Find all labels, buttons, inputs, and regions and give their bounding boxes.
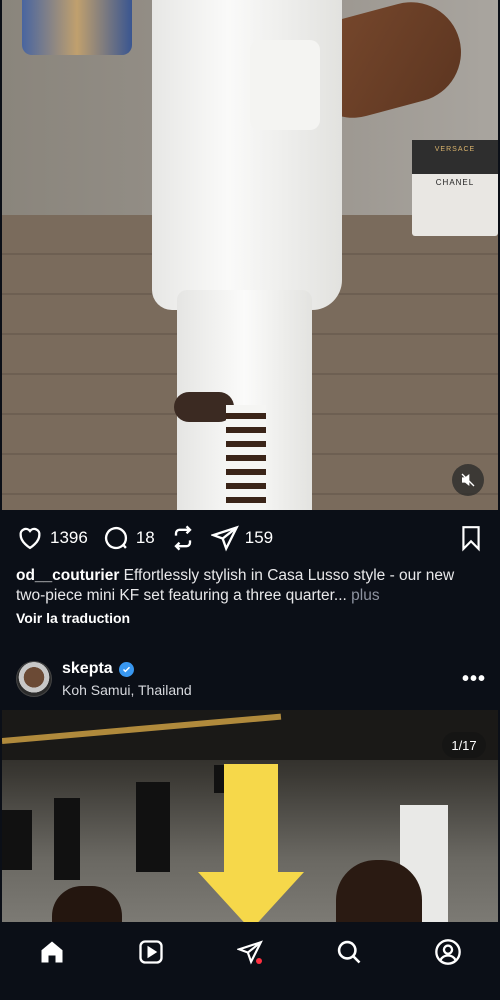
post-username-row: skepta [62, 660, 134, 678]
shirt-sleeve [250, 40, 320, 130]
nav-search[interactable] [333, 936, 365, 968]
search-icon [337, 940, 361, 964]
caption-more-link[interactable]: plus [347, 587, 379, 604]
reels-icon [139, 940, 163, 964]
like-button[interactable]: 1396 [16, 524, 88, 552]
repost-icon [174, 525, 192, 551]
shoe-box: VERSACE CHANEL [412, 140, 498, 236]
share-count: 159 [244, 528, 274, 547]
home-icon [41, 941, 63, 963]
like-count: 1396 [50, 528, 88, 547]
hanging-clothes [22, 0, 132, 55]
strapped-leg [226, 405, 266, 510]
heart-icon [19, 527, 41, 550]
nav-direct[interactable] [234, 936, 266, 968]
bottom-navigation [2, 922, 498, 1000]
carousel-counter: 1/17 [442, 732, 486, 758]
notification-dot [255, 958, 262, 964]
person [52, 886, 122, 922]
post-username[interactable]: skepta [62, 660, 113, 678]
muted-speaker-icon [461, 473, 475, 487]
save-button[interactable] [458, 524, 484, 557]
more-options-button[interactable]: ••• [462, 668, 486, 691]
see-translation-link[interactable]: Voir la traduction [16, 610, 130, 626]
highlight-arrow-icon [198, 764, 304, 930]
nav-home[interactable] [36, 936, 68, 968]
comment-count: 18 [135, 528, 155, 547]
mute-button[interactable] [452, 464, 484, 496]
repost-button[interactable] [169, 524, 197, 552]
window [136, 782, 170, 872]
box-lid: VERSACE [412, 140, 498, 174]
nav-profile[interactable] [432, 936, 464, 968]
profile-icon [435, 939, 462, 965]
comment-button[interactable]: 18 [102, 524, 155, 552]
share-button[interactable]: 159 [210, 524, 274, 552]
box-label: CHANEL [435, 178, 475, 187]
instagram-feed: VERSACE CHANEL 1396 18 159 od__couturier… [2, 0, 498, 1000]
window [2, 810, 32, 870]
post-caption: od__couturier Effortlessly stylish in Ca… [16, 566, 486, 606]
post-media-video[interactable]: VERSACE CHANEL [2, 0, 498, 510]
nav-reels[interactable] [135, 936, 167, 968]
window [54, 798, 80, 880]
box-label-top: VERSACE [434, 146, 476, 153]
post-location[interactable]: Koh Samui, Thailand [62, 682, 192, 698]
paper-plane-icon [210, 525, 239, 552]
shoe [174, 392, 234, 422]
comment-icon [104, 527, 127, 550]
verified-badge-icon [118, 661, 134, 677]
caption-username[interactable]: od__couturier [16, 567, 119, 584]
bookmark-icon [462, 526, 480, 552]
avatar[interactable] [16, 661, 52, 697]
post-actions-bar: 1396 18 159 [2, 510, 498, 566]
